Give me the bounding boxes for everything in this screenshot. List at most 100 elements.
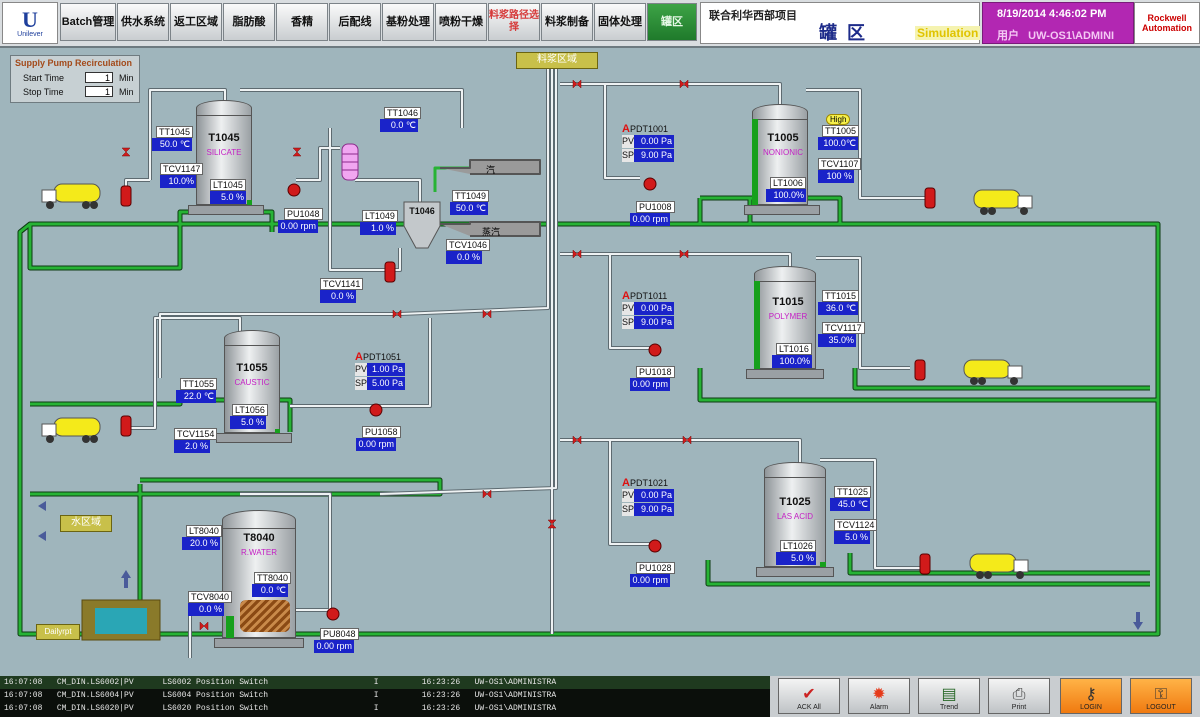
- lt1045-value[interactable]: 5.0 %: [210, 191, 246, 204]
- tank-t1025-base: [756, 567, 834, 577]
- lt1049-value[interactable]: 1.0 %: [360, 222, 396, 235]
- alarm-row[interactable]: 16:07:08 CM_DIN.LS6004|PV LS6004 Positio…: [4, 691, 556, 700]
- alarm-time: 16:07:08: [4, 704, 43, 713]
- nav-slurry-path[interactable]: 料浆路径选择: [488, 3, 540, 41]
- tcv1117-value[interactable]: 35.0%: [818, 334, 856, 347]
- dailyrpt-button[interactable]: Dailyrpt: [36, 624, 80, 640]
- pdt1011-name: PDT1011: [629, 291, 668, 301]
- pu1048-value[interactable]: 0.00 rpm: [278, 220, 318, 233]
- pu1028-value[interactable]: 0.00 rpm: [630, 574, 670, 587]
- lt1056-value[interactable]: 5.0 %: [230, 416, 266, 429]
- tcv1124-value[interactable]: 5.0 %: [834, 531, 870, 544]
- nav-batch[interactable]: Batch管理: [60, 3, 116, 41]
- pu8048-value[interactable]: 0.00 rpm: [314, 640, 354, 653]
- lt1049-label: LT1049: [362, 210, 398, 222]
- status-panel: 8/19/2014 4:46:02 PM 用户 UW-OS1\ADMINI: [982, 2, 1134, 44]
- stop-time-label: Stop Time: [23, 87, 64, 97]
- nav-water-supply[interactable]: 供水系统: [117, 3, 169, 41]
- tt1005-label: TT1005: [822, 125, 860, 137]
- login-label: LOGIN: [1080, 704, 1102, 711]
- tcv1141-value[interactable]: 0.0 %: [320, 290, 356, 303]
- pu1058-value[interactable]: 0.00 rpm: [356, 438, 396, 451]
- tcv8040-value[interactable]: 0.0 %: [188, 603, 224, 616]
- pdt1021-pv-value[interactable]: 0.00 Pa: [634, 489, 674, 502]
- pu1058-label: PU1058: [362, 426, 401, 438]
- pdt1011-pv-value[interactable]: 0.00 Pa: [634, 302, 674, 315]
- pdt1001-pv-value[interactable]: 0.00 Pa: [634, 135, 674, 148]
- pdt1021-sp-value[interactable]: 9.00 Pa: [634, 503, 674, 516]
- alarm-icon: ✹: [872, 686, 886, 703]
- nav-tank-farm-active[interactable]: 罐区: [647, 3, 697, 41]
- login-button[interactable]: ⚷ LOGIN: [1060, 678, 1122, 714]
- ack-all-button[interactable]: ✔ ACK All: [778, 678, 840, 714]
- nav-post-dosing[interactable]: 后配线: [329, 3, 381, 41]
- nav-spray-drying[interactable]: 喷粉干燥: [435, 3, 487, 41]
- stop-time-input[interactable]: 1: [85, 86, 113, 97]
- tt8040-value[interactable]: 0.0 ℃: [252, 584, 288, 597]
- alarm-user: UW-OS1\ADMINISTRA: [474, 678, 557, 687]
- ack-all-label: ACK All: [797, 704, 821, 711]
- start-time-input[interactable]: 1: [85, 72, 113, 83]
- nav-fatty-acid[interactable]: 脂肪酸: [223, 3, 275, 41]
- alarm-user: UW-OS1\ADMINISTRA: [474, 704, 557, 713]
- tcv1107-value[interactable]: 100 %: [818, 170, 854, 183]
- tt1055-value[interactable]: 22.0 ℃: [176, 390, 216, 403]
- tt1045-value[interactable]: 50.0 ℃: [152, 138, 192, 151]
- pdt1011-sp-value[interactable]: 9.00 Pa: [634, 316, 674, 329]
- alarm-desc: LS6004 Position Switch: [162, 691, 269, 700]
- alarm-button[interactable]: ✹ Alarm: [848, 678, 910, 714]
- tank-t8040-cap: [222, 510, 296, 530]
- area-title: 罐区: [819, 23, 875, 43]
- tcv8040-label: TCV8040: [188, 591, 233, 603]
- nav-base-powder[interactable]: 基粉处理: [382, 3, 434, 41]
- tcv1046-value[interactable]: 0.0 %: [446, 251, 482, 264]
- trend-button[interactable]: ▤ Trend: [918, 678, 980, 714]
- pdt1011-label: APDT1011: [622, 290, 668, 302]
- pu1018-value[interactable]: 0.00 rpm: [630, 378, 670, 391]
- lt8040-value[interactable]: 20.0 %: [182, 537, 220, 550]
- nav-fragrance[interactable]: 香精: [276, 3, 328, 41]
- alarm-summary-bar[interactable]: 16:07:08 CM_DIN.LS6002|PV LS6002 Positio…: [0, 676, 770, 717]
- pu1008-value[interactable]: 0.00 rpm: [630, 213, 670, 226]
- water-zone-label[interactable]: 水区域: [60, 515, 112, 532]
- tt1005-value[interactable]: 100.0℃: [818, 137, 858, 150]
- start-time-unit: Min: [119, 73, 134, 83]
- nav-solids[interactable]: 固体处理: [594, 3, 646, 41]
- tanker-truck-icon: [973, 189, 1033, 215]
- alarm-row[interactable]: 16:07:08 CM_DIN.LS6002|PV LS6002 Positio…: [4, 678, 556, 687]
- tank-t1005-name: T1005: [767, 132, 799, 144]
- nav-rework[interactable]: 返工区域: [170, 3, 222, 41]
- lt1026-label: LT1026: [780, 540, 816, 552]
- pdt1051-sp-value[interactable]: 5.00 Pa: [367, 377, 405, 390]
- lt1006-value[interactable]: 100.0%: [766, 189, 806, 202]
- nav-slurry-prep[interactable]: 料浆制备: [541, 3, 593, 41]
- print-button[interactable]: ⎙ Print: [988, 678, 1050, 714]
- tt1025-value[interactable]: 45.0 ℃: [830, 498, 870, 511]
- alarm-tag: CM_DIN.LS6020|PV: [56, 704, 134, 713]
- tank-t1005-base: [744, 205, 820, 215]
- sp-label: SP: [622, 503, 635, 516]
- lt1016-value[interactable]: 100.0%: [772, 355, 812, 368]
- lt1026-value[interactable]: 5.0 %: [776, 552, 816, 565]
- tcv1147-label: TCV1147: [160, 163, 204, 175]
- tank-t1025-cap: [764, 462, 826, 478]
- logout-button[interactable]: ⚿ LOGOUT: [1130, 678, 1192, 714]
- tt1015-value[interactable]: 36.0 ℃: [818, 302, 858, 315]
- t1005-high-alarm[interactable]: High: [826, 114, 851, 125]
- tcv1154-value[interactable]: 2.0 %: [174, 440, 210, 453]
- unilever-u-icon: U: [22, 6, 38, 32]
- tt1049-value[interactable]: 50.0 ℃: [450, 202, 488, 215]
- pdt1051-pv-value[interactable]: 1.00 Pa: [367, 363, 405, 376]
- pdt1021-name: PDT1021: [629, 478, 668, 488]
- tank-t8040-base: [214, 638, 304, 648]
- pdt1001-sp-value[interactable]: 9.00 Pa: [634, 149, 674, 162]
- tank-t1015-base: [746, 369, 824, 379]
- tt1049-label: TT1049: [452, 190, 490, 202]
- tank-t1015-level-bar: [754, 281, 760, 369]
- tcv1147-value[interactable]: 10.0%: [160, 175, 196, 188]
- logout-label: LOGOUT: [1146, 704, 1176, 711]
- slurry-zone-label[interactable]: 料浆区域: [516, 52, 598, 69]
- alarm-row[interactable]: 16:07:08 CM_DIN.LS6020|PV LS6020 Positio…: [4, 704, 556, 713]
- tt1046-value[interactable]: 0.0 ℃: [380, 119, 418, 132]
- pu1018-label: PU1018: [636, 366, 675, 378]
